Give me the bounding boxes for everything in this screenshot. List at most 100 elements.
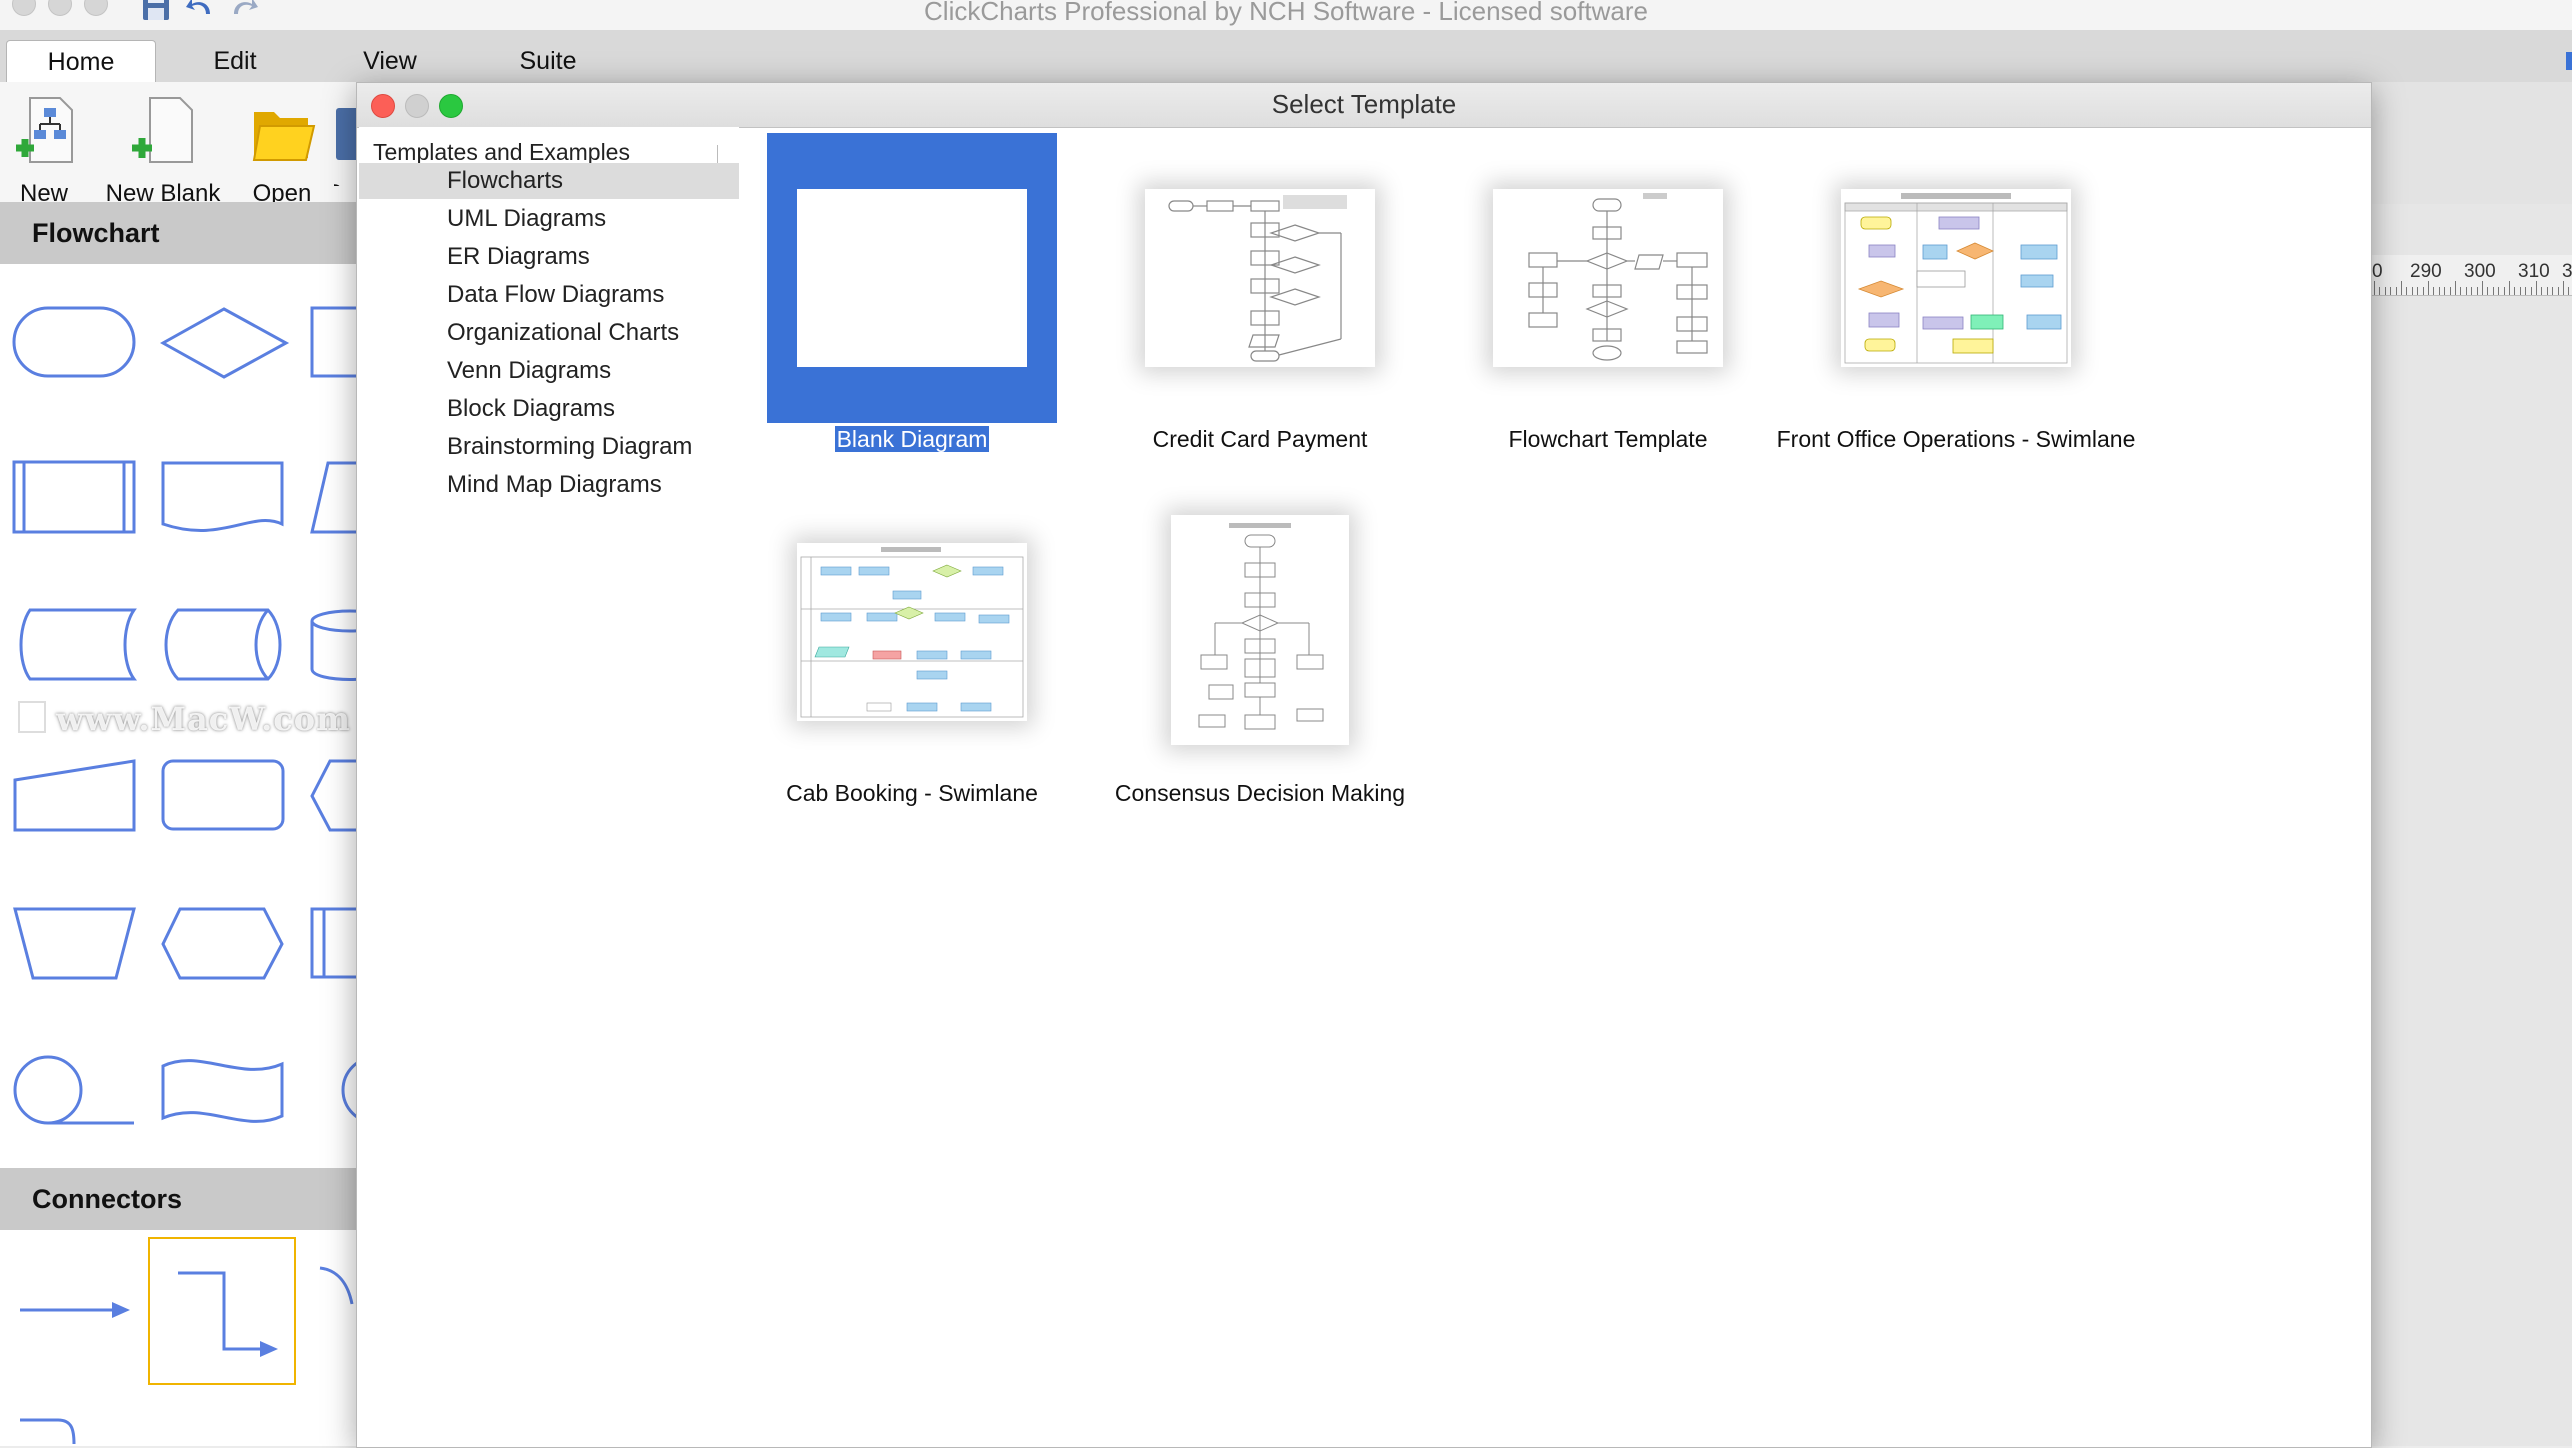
ruler-tick: [2390, 287, 2392, 295]
template-caption: Blank Diagram: [727, 425, 1097, 453]
select-template-dialog: Select Template Templates and Examples F…: [356, 82, 2372, 1448]
connector-partial[interactable]: [18, 1416, 98, 1446]
blank-diagram-thumbnail: [797, 189, 1027, 367]
elbow-connector-icon: [178, 1271, 278, 1357]
manual-input-shape[interactable]: [12, 758, 138, 834]
tree-item-venn-diagrams[interactable]: Venn Diagrams: [359, 353, 739, 389]
punched-tape-shape[interactable]: [160, 1054, 286, 1130]
consensus-decision-thumbnail: [1171, 515, 1349, 745]
database-shape-partial[interactable]: [310, 607, 356, 683]
tab-edit[interactable]: Edit: [190, 40, 280, 82]
template-thumbnail-frame: [767, 487, 1057, 777]
ruler-tick: [2406, 287, 2408, 295]
ruler-tick: [2428, 281, 2429, 295]
display-shape-partial[interactable]: [310, 758, 356, 834]
manual-operation-shape[interactable]: [12, 906, 138, 982]
ruler-number: 310: [2518, 261, 2550, 282]
tab-home[interactable]: Home: [6, 40, 156, 83]
direct-data-shape[interactable]: [160, 607, 286, 683]
tab-view[interactable]: View: [340, 40, 440, 82]
off-page-reference-shape[interactable]: [12, 1054, 138, 1130]
shapes-panel: Flowchart Connectors: [0, 202, 356, 1446]
document-shape[interactable]: [160, 460, 286, 536]
ruler-tick: [2563, 281, 2564, 295]
ruler-tick: [2552, 287, 2554, 295]
curved-connector-partial[interactable]: [318, 1264, 356, 1324]
decision-shape[interactable]: [160, 306, 290, 380]
ruler-number: 290: [2410, 261, 2442, 282]
ruler-tick: [2536, 281, 2537, 295]
connectors-section-header[interactable]: Connectors: [0, 1168, 356, 1230]
ruler-tick: [2525, 287, 2527, 295]
template-thumbnail-frame: [767, 133, 1057, 423]
dialog-title-bar: Select Template: [357, 83, 2371, 128]
ruler-tick: [2449, 287, 2451, 295]
tree-item-data-flow-diagrams[interactable]: Data Flow Diagrams: [359, 277, 739, 313]
template-caption: Consensus Decision Making: [1114, 780, 1406, 806]
process-shape-partial[interactable]: [310, 306, 356, 380]
horizontal-ruler: 0 290 300 310 32: [2370, 255, 2572, 296]
flowchart-section-header[interactable]: Flowchart: [0, 202, 356, 264]
ruler-tick: [2471, 287, 2473, 295]
ruler-tick: [2395, 287, 2397, 295]
template-thumbnail-frame: [1463, 133, 1753, 423]
folder-open-icon: [252, 112, 316, 161]
template-thumbnail-frame: [1115, 133, 1405, 423]
tree-root-label[interactable]: Templates and Examples: [373, 139, 630, 166]
straight-connector[interactable]: [18, 1290, 134, 1330]
data-shape-partial[interactable]: [310, 460, 356, 536]
tree-item-er-diagrams[interactable]: ER Diagrams: [359, 239, 739, 275]
template-thumbnail-frame: [1811, 133, 2101, 423]
ruler-tick: [2546, 287, 2548, 295]
tree-item-flowcharts[interactable]: Flowcharts: [359, 163, 739, 199]
template-caption: Front Office Operations - Swimlane: [1776, 426, 2136, 452]
template-caption: Flowchart Template: [1508, 426, 1708, 452]
new-blank-button[interactable]: New Blank: [106, 96, 220, 207]
tree-item-uml-diagrams[interactable]: UML Diagrams: [359, 201, 739, 237]
ruler-tick: [2492, 287, 2494, 295]
ruler-tick: [2487, 287, 2489, 295]
template-caption-text: Blank Diagram: [834, 426, 990, 452]
cab-booking-thumbnail: [797, 543, 1027, 721]
ruler-number: 300: [2464, 261, 2496, 282]
app-title: ClickCharts Professional by NCH Software…: [924, 0, 1648, 26]
ruler-tick: [2384, 287, 2386, 295]
tab-suite[interactable]: Suite: [496, 40, 600, 82]
terminator-shape[interactable]: [12, 306, 138, 380]
tree-item-brainstorming-diagram[interactable]: Brainstorming Diagram: [359, 429, 739, 465]
internal-storage-shape-partial[interactable]: [310, 906, 356, 982]
ruler-number: 0: [2372, 261, 2383, 282]
tree-item-organizational-charts[interactable]: Organizational Charts: [359, 315, 739, 351]
connector-shape-partial[interactable]: [340, 1054, 356, 1130]
ruler-tick: [2541, 287, 2543, 295]
ruler-tick: [2422, 287, 2424, 295]
ruler-tick: [2455, 281, 2456, 295]
ruler-tick: [2401, 281, 2402, 295]
ruler-tick: [2433, 287, 2435, 295]
ribbon-home-panel: New New Blank Open S: [0, 82, 364, 207]
predefined-process-shape[interactable]: [12, 460, 138, 536]
canvas-background: [2370, 204, 2572, 1446]
template-thumbnail-frame: [1115, 487, 1405, 777]
rounded-process-shape[interactable]: [160, 758, 286, 834]
ruler-tick: [2503, 287, 2505, 295]
stored-data-shape[interactable]: [12, 607, 138, 683]
new-button[interactable]: New: [14, 96, 74, 207]
save-button-label: S: [334, 180, 342, 186]
ruler-tick: [2519, 287, 2521, 295]
preparation-shape[interactable]: [160, 906, 286, 982]
ruler-tick: [2482, 281, 2483, 295]
app-title-bar: ClickCharts Professional by NCH Software…: [0, 0, 2572, 30]
tree-item-mind-map-diagrams[interactable]: Mind Map Diagrams: [359, 467, 739, 503]
ruler-tick: [2417, 287, 2419, 295]
tree-item-block-diagrams[interactable]: Block Diagrams: [359, 391, 739, 427]
ruler-tick: [2374, 281, 2375, 295]
ruler-tick: [2568, 287, 2570, 295]
ruler-tick: [2476, 287, 2478, 295]
new-diagram-icon: [16, 97, 73, 163]
open-button[interactable]: Open: [250, 96, 316, 207]
elbow-connector[interactable]: [148, 1237, 296, 1385]
front-office-operations-thumbnail: [1841, 189, 2071, 367]
ruler-tick: [2438, 287, 2440, 295]
ruler-tick: [2498, 287, 2500, 295]
